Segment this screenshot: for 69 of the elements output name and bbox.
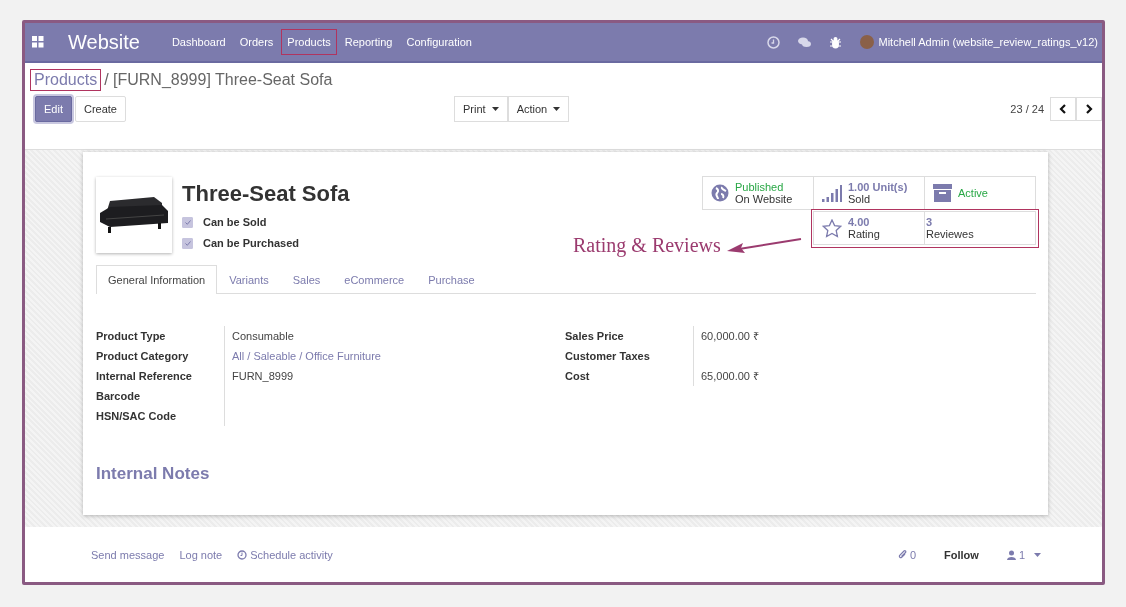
globe-icon bbox=[711, 184, 729, 202]
caret-icon bbox=[553, 107, 561, 111]
field-label: Barcode bbox=[96, 389, 142, 404]
edit-button[interactable]: Edit bbox=[35, 96, 72, 122]
follow-button[interactable]: Follow bbox=[944, 549, 979, 561]
user-name[interactable]: Mitchell Admin (website_review_ratings_v12) bbox=[878, 36, 1098, 48]
star-icon bbox=[822, 218, 842, 238]
attachments-button[interactable]: 0 bbox=[897, 549, 917, 561]
followers-button[interactable]: 1 bbox=[1006, 549, 1041, 561]
archive-box-icon bbox=[933, 184, 952, 202]
product-name: Three-Seat Sofa bbox=[182, 181, 350, 207]
checkbox[interactable] bbox=[182, 216, 193, 228]
annotation-text: Rating & Reviews bbox=[573, 234, 721, 257]
stat-button[interactable]: 4.00 Rating bbox=[813, 211, 925, 245]
field-label: Sales Price bbox=[565, 329, 625, 344]
chevron-left-icon bbox=[1059, 104, 1067, 114]
next-button[interactable] bbox=[1076, 97, 1102, 121]
menu-item[interactable]: Configuration bbox=[400, 29, 478, 55]
field-label: Customer Taxes bbox=[565, 349, 651, 364]
clock-icon bbox=[237, 550, 248, 560]
pager-count: 23 / 24 bbox=[1010, 103, 1044, 115]
chat-icon[interactable] bbox=[797, 35, 811, 49]
field-value: 65,000.00 ₹ bbox=[701, 370, 759, 382]
chatter-link[interactable]: Send message bbox=[91, 549, 165, 561]
caret-icon bbox=[491, 107, 499, 111]
create-button[interactable]: Create bbox=[74, 96, 126, 122]
bug-icon[interactable] bbox=[828, 35, 842, 49]
dropdown-button[interactable]: Print bbox=[454, 96, 508, 122]
field-label: HSN/SAC Code bbox=[96, 409, 178, 424]
tab[interactable]: eCommerce bbox=[332, 265, 417, 293]
field-label: Cost bbox=[565, 369, 591, 384]
check-icon bbox=[184, 240, 191, 246]
section-title: Internal Notes bbox=[96, 464, 211, 484]
menu-item[interactable]: Products bbox=[281, 29, 337, 55]
checkbox-label: Can be Sold bbox=[203, 216, 267, 228]
field-label: Product Category bbox=[96, 349, 190, 364]
app-title: Website bbox=[68, 30, 140, 54]
previous-button[interactable] bbox=[1050, 97, 1076, 121]
category-link[interactable]: All / Saleable / Office Furniture bbox=[232, 350, 381, 362]
menu-item[interactable]: Orders bbox=[233, 29, 280, 55]
field-value: FURN_8999 bbox=[232, 370, 294, 382]
person-icon bbox=[1006, 550, 1016, 560]
tab[interactable]: Sales bbox=[280, 265, 333, 293]
field-label: Internal Reference bbox=[96, 369, 193, 384]
breadcrumb-current: / [FURN_8999] Three-Seat Sofa bbox=[104, 71, 333, 89]
checkbox-label: Can be Purchased bbox=[203, 237, 299, 249]
signal-bars-icon bbox=[822, 184, 842, 202]
check-icon bbox=[184, 219, 191, 225]
chatter-link[interactable]: Log note bbox=[179, 549, 223, 561]
checkbox[interactable] bbox=[182, 237, 193, 249]
tab[interactable]: Purchase bbox=[416, 265, 487, 293]
dropdown-button[interactable]: Action bbox=[507, 96, 570, 122]
chatter-link[interactable]: Schedule activity bbox=[237, 549, 333, 561]
field-value: 60,000.00 ₹ bbox=[701, 330, 759, 342]
breadcrumb-link[interactable]: Products bbox=[30, 69, 102, 91]
tab[interactable]: Variants bbox=[217, 265, 281, 293]
stat-button[interactable]: 3 Reviewes bbox=[924, 211, 1036, 245]
tab[interactable]: General Information bbox=[96, 265, 218, 294]
apps-grid-icon[interactable] bbox=[32, 36, 44, 48]
chevron-right-icon bbox=[1085, 104, 1093, 114]
field-label: Product Type bbox=[96, 329, 167, 344]
caret-icon bbox=[1034, 553, 1041, 557]
field-value: Consumable bbox=[232, 330, 294, 342]
menu-item[interactable]: Dashboard bbox=[165, 29, 232, 55]
clock-icon[interactable] bbox=[766, 35, 780, 49]
stat-button[interactable]: Published On Website bbox=[702, 176, 814, 210]
paperclip-icon bbox=[897, 550, 907, 560]
menu-item[interactable]: Reporting bbox=[338, 29, 399, 55]
stat-button[interactable]: Active bbox=[924, 176, 1036, 210]
